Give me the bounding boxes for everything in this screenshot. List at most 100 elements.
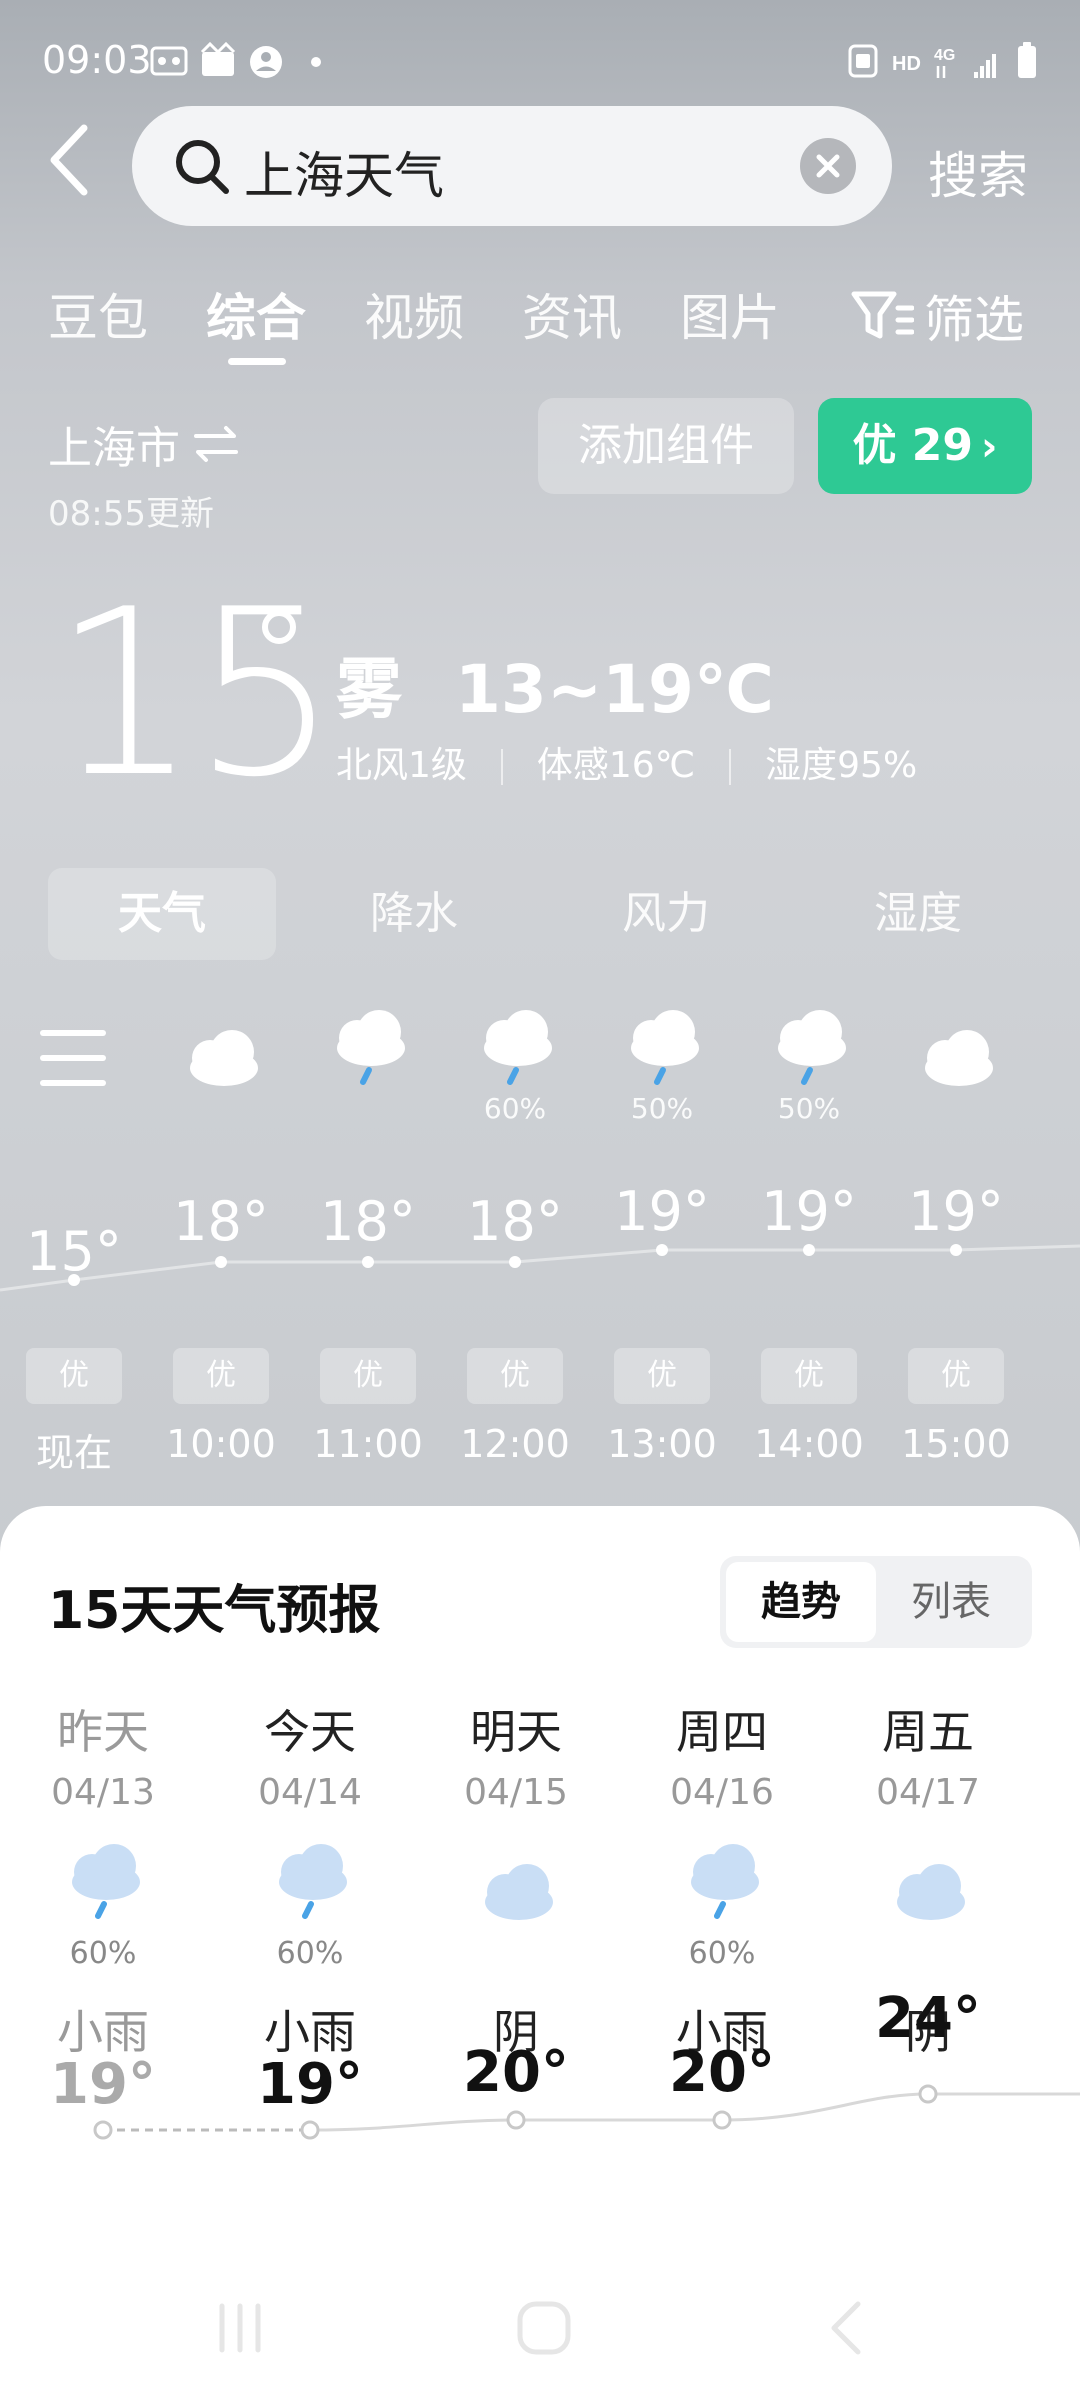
- daily-item[interactable]: 今天 04/14 60% 小雨 19°: [230, 1696, 390, 2276]
- hourly-item: 18° 优 10:00: [151, 990, 291, 1490]
- degree-symbol: [262, 610, 296, 644]
- day-date: 04/13: [51, 1772, 155, 1813]
- hourly-time: 13:00: [607, 1422, 717, 1466]
- hourly-item: 50% 19° 优 14:00: [739, 990, 879, 1490]
- segment-precipitation[interactable]: 降水: [300, 868, 528, 960]
- hourly-temp: 19°: [908, 1180, 1004, 1243]
- hourly-aqi: 优: [320, 1348, 416, 1404]
- rain-cloud-icon: [72, 1844, 140, 1919]
- hourly-time: 14:00: [754, 1422, 864, 1466]
- daily-item[interactable]: 周五 04/17 阴 24°: [848, 1696, 1008, 2276]
- city-selector[interactable]: 上海市: [48, 412, 240, 476]
- toggle-list[interactable]: 列表: [876, 1562, 1026, 1642]
- tab-doubao[interactable]: 豆包: [48, 278, 148, 350]
- hourly-aqi: 优: [26, 1348, 122, 1404]
- hourly-item: 50% 19° 优 13:00: [592, 990, 732, 1490]
- hourly-aqi: 优: [908, 1348, 1004, 1404]
- day-date: 04/17: [876, 1772, 980, 1813]
- day-high-temp: 20°: [463, 2040, 569, 2105]
- day-precip-prob: 60%: [688, 1936, 756, 1971]
- day-date: 04/14: [258, 1772, 362, 1813]
- rain-cloud-icon: [778, 1010, 846, 1085]
- rain-cloud-icon: [279, 1844, 347, 1919]
- active-tab-indicator: [228, 358, 286, 365]
- rain-cloud-icon: [691, 1844, 759, 1919]
- hourly-precip-prob: 50%: [630, 1092, 694, 1125]
- hourly-temp: 18°: [173, 1190, 269, 1253]
- tab-news[interactable]: 资讯: [522, 278, 622, 350]
- hourly-aqi: 优: [614, 1348, 710, 1404]
- chevron-left-icon: [50, 124, 88, 196]
- view-toggle: 趋势 列表: [720, 1556, 1032, 1648]
- day-name: 今天: [264, 1705, 356, 1759]
- hourly-item: 19° 优 15:00: [886, 990, 1026, 1490]
- hourly-precip-prob: 60%: [483, 1092, 547, 1125]
- recent-apps-icon[interactable]: [210, 2298, 270, 2358]
- status-icons-right: HD 4G: [848, 42, 1036, 78]
- status-time: 09:03: [42, 38, 152, 82]
- day-name: 周五: [882, 1705, 974, 1759]
- cloudy-icon: [925, 1030, 993, 1086]
- feels-like: 体感16℃: [536, 745, 696, 786]
- filter-label: 筛选: [924, 291, 1024, 349]
- svg-text:4G: 4G: [934, 47, 955, 64]
- day-precip-prob: 60%: [69, 1936, 137, 1971]
- day-date: 04/16: [670, 1772, 774, 1813]
- day-high-temp: 19°: [50, 2052, 156, 2117]
- tab-images[interactable]: 图片: [680, 278, 780, 350]
- hourly-item: 60% 18° 优 12:00: [445, 990, 585, 1490]
- system-nav-bar: [0, 2260, 1080, 2400]
- cloudy-icon: [190, 1030, 258, 1086]
- search-input[interactable]: 上海天气: [132, 106, 892, 226]
- daily-item[interactable]: 昨天 04/13 60% 小雨 19°: [23, 1696, 183, 2276]
- overcast-icon: [897, 1864, 965, 1920]
- day-name: 明天: [470, 1705, 562, 1759]
- hourly-forecast: 15° 优现在 18° 优 10:00 18° 优 11:00 60% 18° 优 12:00 …: [0, 990, 1080, 1490]
- hourly-precip-prob: 50%: [777, 1092, 841, 1125]
- wind: 北风1级: [336, 745, 467, 786]
- chevron-right-icon: ›: [981, 424, 998, 470]
- rain-cloud-icon: [337, 1010, 405, 1085]
- aqi-badge-button[interactable]: 优 29 ›: [818, 398, 1032, 494]
- add-widget-button[interactable]: 添加组件: [538, 398, 794, 494]
- back-nav-icon[interactable]: [818, 2298, 878, 2358]
- day-name: 昨天: [57, 1705, 149, 1759]
- hourly-item: 15° 优现在: [4, 990, 144, 1490]
- status-icons-left: [150, 42, 321, 78]
- segment-weather[interactable]: 天气: [48, 868, 276, 960]
- switch-icon: [194, 426, 238, 462]
- back-button[interactable]: [40, 118, 110, 218]
- hourly-time: 11:00: [313, 1422, 423, 1466]
- daily-item[interactable]: 明天 04/15 阴 20°: [436, 1696, 596, 2276]
- hourly-temp: 18°: [467, 1190, 563, 1253]
- humidity: 湿度95%: [765, 745, 918, 786]
- tab-video[interactable]: 视频: [364, 278, 464, 350]
- segment-humidity[interactable]: 湿度: [804, 868, 1032, 960]
- toggle-trend[interactable]: 趋势: [726, 1562, 876, 1642]
- day-high-temp: 24°: [875, 1986, 981, 2051]
- filter-icon: [851, 291, 914, 339]
- day-date: 04/15: [464, 1772, 568, 1813]
- overcast-icon: [485, 1864, 553, 1920]
- search-icon: [176, 140, 229, 194]
- hourly-time: 12:00: [460, 1422, 570, 1466]
- search-button[interactable]: 搜索: [928, 136, 1028, 208]
- segment-wind[interactable]: 风力: [552, 868, 780, 960]
- clear-button[interactable]: [800, 138, 856, 194]
- tab-comprehensive[interactable]: 综合: [206, 278, 306, 350]
- rain-cloud-icon: [484, 1010, 552, 1085]
- home-icon[interactable]: [514, 2298, 574, 2358]
- update-time: 08:55更新: [48, 494, 214, 534]
- temp-range: 13~19℃: [454, 651, 774, 728]
- day-precip-prob: 60%: [276, 1936, 344, 1971]
- rain-cloud-icon: [631, 1010, 699, 1085]
- hourly-temp: 19°: [761, 1180, 857, 1243]
- hourly-time: 现在: [35, 1431, 112, 1475]
- hourly-temp: 15°: [26, 1220, 122, 1283]
- daily-item[interactable]: 周四 04/16 60% 小雨 20°: [642, 1696, 802, 2276]
- hourly-time: 10:00: [166, 1422, 276, 1466]
- hourly-aqi: 优: [467, 1348, 563, 1404]
- city-name: 上海市: [48, 423, 180, 474]
- hourly-time: 15:00: [901, 1422, 1011, 1466]
- filter-button[interactable]: 筛选: [850, 280, 1024, 352]
